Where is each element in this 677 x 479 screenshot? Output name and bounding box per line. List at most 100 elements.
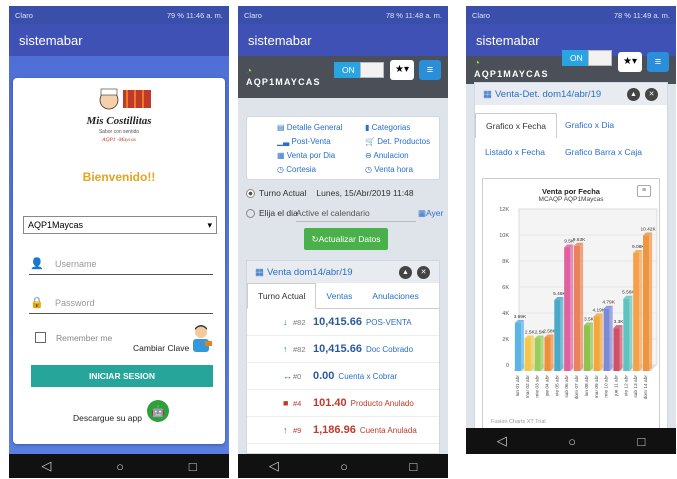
remember-me[interactable]: Remember me bbox=[35, 332, 112, 343]
tab-grafico-fecha[interactable]: Grafico x Fecha bbox=[475, 113, 557, 138]
recents-icon[interactable]: □ bbox=[189, 459, 197, 474]
system-nav-bar: ◁ ○ □ bbox=[9, 454, 229, 478]
menu-post-venta[interactable]: ▁▃ Post-Venta bbox=[277, 137, 331, 146]
data-label: 3.3K bbox=[614, 319, 625, 325]
bar-side bbox=[639, 249, 643, 371]
remember-checkbox[interactable] bbox=[35, 332, 46, 343]
logo-line1: Mis Costillitas bbox=[85, 115, 151, 127]
on-toggle[interactable]: ON bbox=[562, 50, 612, 66]
password-field[interactable]: 🔒 Password bbox=[29, 292, 213, 314]
brand-bar: ◔ AQP1MAYCAS ON ★▾ ≡ bbox=[238, 56, 448, 98]
tab-grafico-barra-caja[interactable]: Grafico Barra x Caja bbox=[565, 147, 642, 157]
tab-anulaciones[interactable]: Anulaciones bbox=[362, 291, 428, 308]
menu-cortesia[interactable]: ◷ Cortesia bbox=[277, 165, 316, 174]
menu-button[interactable]: ≡ bbox=[419, 60, 441, 80]
menu-label: Venta por Dia bbox=[286, 151, 336, 160]
x-tick-label: vie 12 abr bbox=[623, 375, 629, 396]
tab-ventas[interactable]: Ventas bbox=[316, 291, 362, 308]
tab-turno-actual[interactable]: Turno Actual bbox=[247, 283, 317, 309]
elija-dia-option[interactable]: Elija el dia bbox=[246, 208, 298, 218]
menu-det-productos[interactable]: 🛒 Det. Productos bbox=[365, 137, 430, 146]
collapse-icon[interactable]: ▲ bbox=[399, 266, 412, 279]
on-toggle[interactable]: ON bbox=[334, 62, 384, 78]
x-tick-label: mie 03 abr bbox=[535, 375, 541, 398]
turno-actual-option[interactable]: Turno Actual Lunes, 15/Abr/2019 11:48 bbox=[246, 188, 414, 198]
username-placeholder: Username bbox=[55, 258, 97, 269]
sales-chart: Venta por Fecha MCAQP AQP1Maycas ≡ 0 2K 4K… bbox=[482, 178, 660, 432]
login-button[interactable]: INICIAR SESION bbox=[31, 365, 213, 387]
brand-bar: ◔ AQP1MAYCAS ON ★▾ ≡ bbox=[466, 50, 676, 84]
x-tick-label: mar 02 abr bbox=[525, 375, 531, 399]
status-info: 78 % 11:48 a. m. bbox=[385, 10, 442, 20]
back-icon[interactable]: ◁ bbox=[497, 433, 507, 449]
sales-panel: ▦ Venta dom14/abr/19 ▲ ✕ Turno Actual Ve… bbox=[246, 260, 440, 454]
branch-select[interactable]: AQP1Maycas ▾ bbox=[23, 216, 217, 234]
back-icon[interactable]: ◁ bbox=[269, 458, 279, 474]
row-count: #0 bbox=[293, 371, 302, 381]
row-icon: ↓ bbox=[283, 317, 288, 327]
favorites-button[interactable]: ★▾ bbox=[390, 60, 414, 80]
home-icon[interactable]: ○ bbox=[568, 434, 576, 449]
row-label: Doc Cobrado bbox=[365, 344, 414, 354]
bar bbox=[544, 337, 551, 371]
system-nav-bar: ◁ ○ □ bbox=[466, 428, 676, 454]
x-tick-label: lun 01 abr bbox=[515, 375, 521, 397]
summary-row: ■ #4 101.40 Producto Anulado bbox=[247, 390, 439, 417]
menu-venta-por-dia[interactable]: ▦ Venta por Dia bbox=[277, 151, 335, 160]
close-icon[interactable]: ✕ bbox=[645, 88, 658, 101]
elija-radio[interactable] bbox=[246, 208, 255, 218]
menu-label: Detalle General bbox=[286, 123, 343, 132]
menu-button[interactable]: ≡ bbox=[647, 52, 669, 72]
favorites-button[interactable]: ★▾ bbox=[618, 52, 642, 72]
bar-side bbox=[530, 335, 534, 371]
tab-listado-fecha[interactable]: Listado x Fecha bbox=[485, 147, 545, 157]
toggle-knob bbox=[588, 50, 612, 66]
home-icon[interactable]: ○ bbox=[116, 459, 124, 474]
menu-anulacion[interactable]: ⊖ Anulacion bbox=[365, 151, 409, 160]
dropdown-arrow-icon: ▾ bbox=[207, 219, 212, 230]
turno-label: Turno Actual bbox=[259, 188, 307, 198]
person-icon[interactable] bbox=[189, 324, 213, 352]
welcome-text: Bienvenido!! bbox=[82, 170, 156, 184]
recents-icon[interactable]: □ bbox=[637, 434, 645, 449]
x-tick-label: vie 05 abr bbox=[554, 375, 560, 396]
panel-header: ▦ Venta dom14/abr/19 ▲ ✕ bbox=[247, 261, 439, 283]
bar bbox=[514, 323, 521, 371]
status-bar: Claro 78 % 11:48 a. m. bbox=[238, 6, 448, 24]
bar bbox=[633, 252, 640, 371]
brand-name: AQP1MAYCAS bbox=[246, 77, 321, 87]
row-icon: ↑ bbox=[283, 425, 288, 435]
close-icon[interactable]: ✕ bbox=[417, 266, 430, 279]
x-tick-label: sab 13 abr bbox=[633, 375, 639, 398]
x-tick-label: dom 14 abr bbox=[643, 375, 649, 400]
menu-categorias[interactable]: ▮ Categorias bbox=[365, 123, 410, 132]
menu-detalle-general[interactable]: ▤ Detalle General bbox=[277, 123, 342, 132]
calendar-icon: ▦ bbox=[418, 208, 427, 218]
y-tick-label: 0 bbox=[506, 363, 509, 369]
restaurant-logo: Mis Costillitas Sabor con sentido AQP1 -… bbox=[85, 88, 152, 143]
calendar-input[interactable]: Active el calendario bbox=[296, 208, 416, 222]
y-tick-label: 8K bbox=[502, 259, 509, 265]
chart-credit: Fusion Charts XT Trial bbox=[491, 419, 546, 425]
turno-radio[interactable] bbox=[246, 188, 255, 198]
back-icon[interactable]: ◁ bbox=[41, 458, 51, 474]
y-tick-label: 12K bbox=[499, 207, 509, 213]
menu-label: Venta hora bbox=[374, 165, 413, 174]
change-key-link[interactable]: Cambiar Clave bbox=[133, 343, 189, 353]
recents-icon[interactable]: □ bbox=[409, 459, 417, 474]
download-text: Descargue su app bbox=[73, 413, 142, 423]
home-icon[interactable]: ○ bbox=[340, 459, 348, 474]
android-icon[interactable]: 🤖 bbox=[147, 400, 169, 422]
bar-side bbox=[629, 295, 633, 371]
row-count: #9 bbox=[293, 425, 302, 435]
tab-grafico-dia[interactable]: Grafico x Dia bbox=[565, 120, 614, 130]
update-button[interactable]: ↻ Actualizar Datos bbox=[304, 228, 388, 250]
ayer-button[interactable]: ▦Ayer bbox=[418, 208, 443, 219]
menu-venta-hora[interactable]: ◷ Venta hora bbox=[365, 165, 413, 174]
username-field[interactable]: 👤 Username bbox=[29, 253, 213, 275]
report-menu: ▤ Detalle General ▮ Categorias ▁▃ Post-V… bbox=[246, 116, 440, 180]
collapse-icon[interactable]: ▲ bbox=[627, 88, 640, 101]
status-info: 79 % 11:46 a. m. bbox=[166, 10, 223, 20]
row-value: 10,415.66 bbox=[313, 316, 362, 328]
y-tick-label: 4K bbox=[502, 311, 509, 317]
